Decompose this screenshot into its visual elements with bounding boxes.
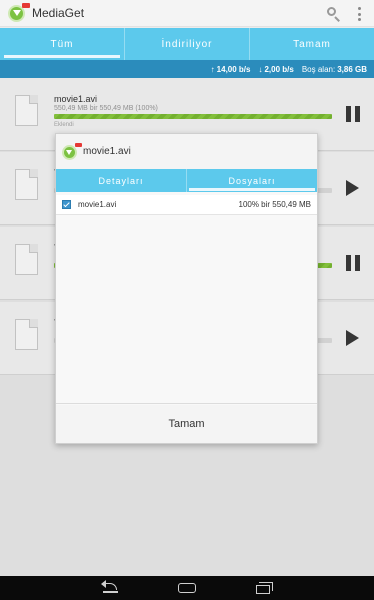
file-name: movie1.avi <box>78 200 117 209</box>
dialog-footer: Tamam <box>56 403 317 443</box>
tab-files[interactable]: Dosyaları <box>187 169 317 192</box>
free-space: Boş alan: 3,86 GB <box>301 64 367 74</box>
speed-status-bar: ↑ 14,00 b/s ↓ 2,00 b/s Boş alan: 3,86 GB <box>0 60 374 78</box>
file-checkbox[interactable] <box>62 200 71 209</box>
recent-apps-icon[interactable] <box>252 581 274 595</box>
mediaget-logo-icon <box>61 142 82 161</box>
upload-speed: ↓ 2,00 b/s <box>258 64 294 74</box>
tab-downloading[interactable]: İndiriliyor <box>125 28 250 60</box>
dialog-title: movie1.avi <box>83 146 131 157</box>
main-tabs: Tüm İndiriliyor Tamam <box>0 28 374 60</box>
tab-all[interactable]: Tüm <box>0 28 125 60</box>
back-icon[interactable] <box>100 580 122 595</box>
overflow-menu-icon[interactable] <box>357 7 361 21</box>
file-progress: 100% bir 550,49 MB <box>238 200 312 209</box>
app-title: MediaGet <box>32 6 85 20</box>
tab-completed[interactable]: Tamam <box>250 28 374 60</box>
ok-button[interactable]: Tamam <box>168 418 204 430</box>
arrow-up-icon: ↑ <box>210 64 215 74</box>
arrow-down-icon: ↓ <box>258 64 263 74</box>
download-details-dialog: movie1.avi Detayları Dosyaları movie1.av… <box>55 133 318 444</box>
search-icon[interactable] <box>326 6 342 22</box>
dialog-header: movie1.avi <box>56 134 317 169</box>
system-navigation-bar <box>0 576 374 600</box>
dialog-tabs: Detayları Dosyaları <box>56 169 317 192</box>
file-list-item[interactable]: movie1.avi 100% bir 550,49 MB <box>56 195 317 215</box>
tab-details[interactable]: Detayları <box>56 169 187 192</box>
home-icon[interactable] <box>176 581 198 595</box>
files-list: movie1.avi 100% bir 550,49 MB <box>56 192 317 405</box>
action-bar: MediaGet <box>0 0 374 27</box>
mediaget-logo-icon <box>7 3 30 23</box>
download-speed: ↑ 14,00 b/s <box>210 64 251 74</box>
